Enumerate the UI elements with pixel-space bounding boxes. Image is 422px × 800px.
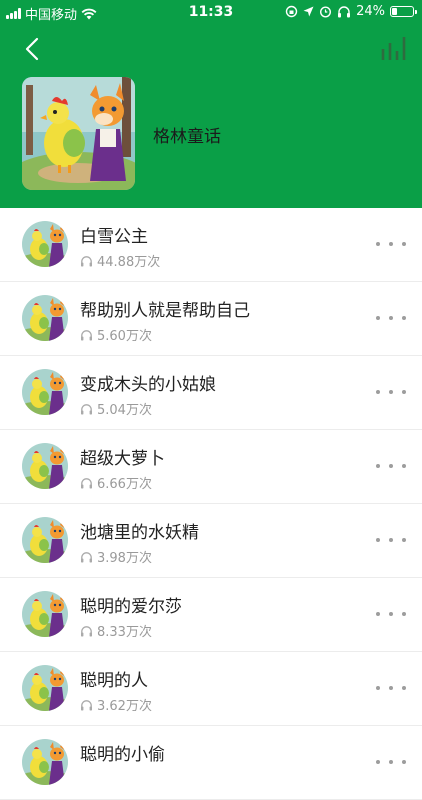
headphones-icon [81,551,92,562]
headphones-icon [81,255,92,266]
track-title: 超级大萝卜 [80,449,165,469]
track-thumbnail [22,295,68,341]
back-button[interactable] [18,34,48,64]
headphones-icon [81,699,92,710]
more-options-button[interactable] [376,680,406,696]
battery-percent: 24% [356,4,385,19]
play-count-label: 44.88万次 [97,255,161,270]
play-count-label: 5.60万次 [97,329,152,344]
track-thumbnail [22,591,68,637]
more-options-button[interactable] [376,606,406,622]
status-bar: 中国移动 11:33 24% [0,0,422,24]
more-options-button[interactable] [376,236,406,252]
more-options-button[interactable] [376,310,406,326]
album-cover-illustration [22,77,135,190]
track-thumbnail [22,665,68,711]
location-icon [303,6,314,17]
play-count-label: 3.62万次 [97,699,152,714]
headphones-icon [81,477,92,488]
more-options-button[interactable] [376,384,406,400]
headphones-icon [338,6,351,18]
now-playing-button[interactable] [380,35,408,61]
track-play-count: 3.98万次 [80,547,152,566]
track-title: 帮助别人就是帮助自己 [80,301,250,321]
headphones-icon [81,403,92,414]
status-right: 24% [285,4,417,19]
track-play-count: 3.62万次 [80,695,152,714]
track-row[interactable]: 池塘里的水妖精 3.98万次 [0,504,422,578]
album-header: 中国移动 11:33 24% 格林童话 [0,0,422,208]
headphones-icon [81,625,92,636]
track-row[interactable]: 聪明的爱尔莎 8.33万次 [0,578,422,652]
track-row[interactable]: 帮助别人就是帮助自己 5.60万次 [0,282,422,356]
track-title: 聪明的人 [80,671,148,691]
track-title: 变成木头的小姑娘 [80,375,216,395]
track-play-count: 5.60万次 [80,325,152,344]
alarm-icon [320,6,332,18]
track-thumbnail [22,443,68,489]
track-thumbnail [22,739,68,785]
track-title: 白雪公主 [80,227,148,247]
track-title: 聪明的爱尔莎 [80,597,182,617]
track-row[interactable]: 聪明的人 3.62万次 [0,652,422,726]
more-options-button[interactable] [376,458,406,474]
more-options-button[interactable] [376,532,406,548]
track-title: 聪明的小偷 [80,745,165,765]
album-cover [22,77,135,190]
track-play-count: 5.04万次 [80,399,152,418]
play-count-label: 6.66万次 [97,477,152,492]
rotation-lock-icon [285,5,298,18]
track-row[interactable]: 变成木头的小姑娘 5.04万次 [0,356,422,430]
album-title: 格林童话 [153,127,221,147]
more-options-button[interactable] [376,754,406,770]
track-play-count: 44.88万次 [80,251,160,270]
headphones-icon [81,329,92,340]
play-count-label: 5.04万次 [97,403,152,418]
track-thumbnail [22,369,68,415]
track-play-count: 6.66万次 [80,473,152,492]
track-thumbnail [22,517,68,563]
play-count-label: 3.98万次 [97,551,152,566]
track-thumbnail [22,221,68,267]
track-row[interactable]: 聪明的小偷 [0,726,422,800]
track-row[interactable]: 白雪公主 44.88万次 [0,208,422,282]
track-list: 白雪公主 44.88万次 帮助别人就是帮助自己 5.60万次 变成木头的小姑娘 5.0… [0,208,422,800]
play-count-label: 8.33万次 [97,625,152,640]
track-play-count: 8.33万次 [80,621,152,640]
battery-icon [390,6,417,17]
track-title: 池塘里的水妖精 [80,523,199,543]
track-row[interactable]: 超级大萝卜 6.66万次 [0,430,422,504]
